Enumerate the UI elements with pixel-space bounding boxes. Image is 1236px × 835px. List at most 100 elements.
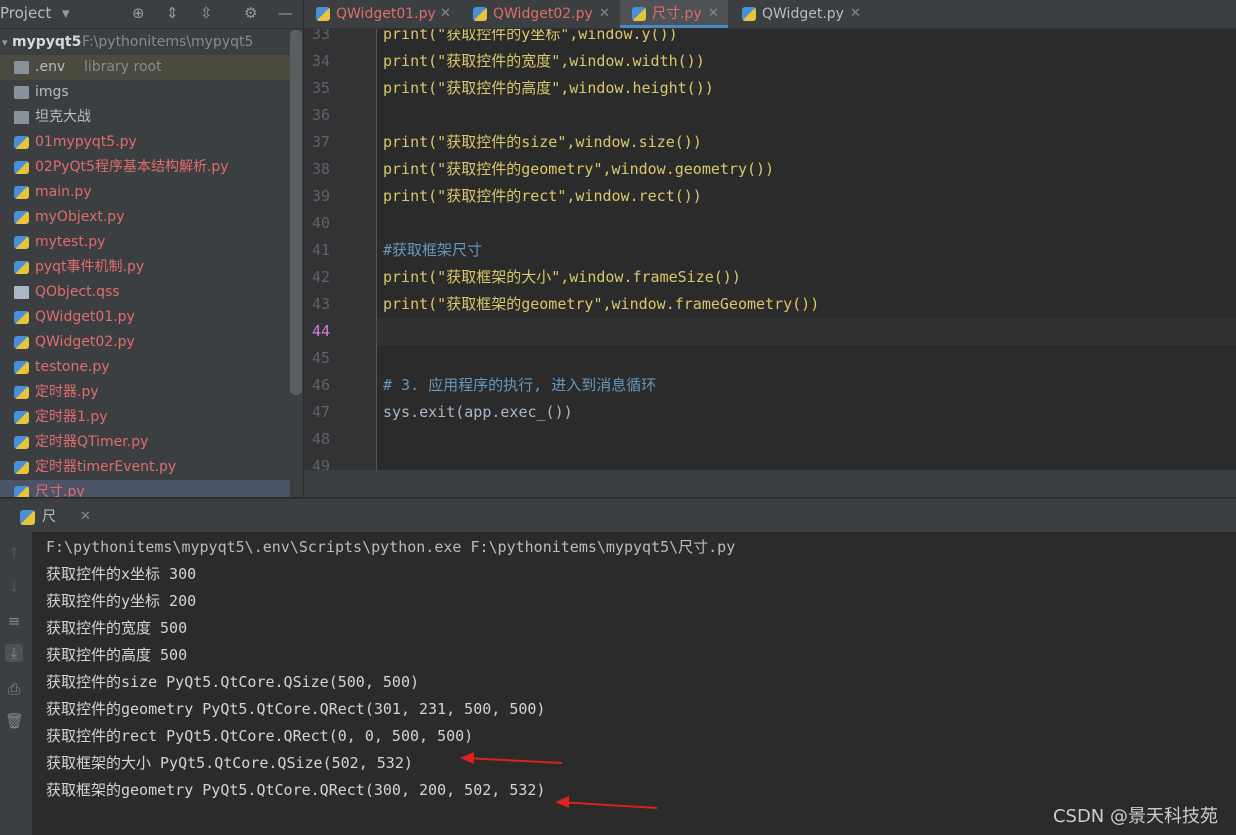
collapse-all-icon[interactable]: ⇳ (200, 4, 213, 22)
line-number-gutter: 33 34 35 36 37 38 39 40 41 42 43 44 45 46 47 48 49 (304, 29, 377, 470)
close-icon[interactable]: ✕ (599, 0, 610, 28)
tab-qwidget01[interactable]: QWidget01.py ✕ (304, 0, 458, 28)
tree-item[interactable]: testone.py (0, 355, 290, 380)
console-output[interactable]: F:\pythonitems\mypyqt5\.env\Scripts\pyth… (32, 532, 1236, 835)
tree-item-label: 定时器QTimer.py (35, 434, 149, 450)
library-root-hint: library root (84, 59, 162, 75)
folder-icon (14, 111, 29, 124)
code-editor[interactable]: 33 34 35 36 37 38 39 40 41 42 43 44 45 46 47 48 49 print… (304, 29, 1236, 470)
tab-label: QWidget.py (762, 6, 844, 22)
python-file-icon (14, 336, 29, 349)
soft-wrap-icon[interactable]: ≡ (5, 612, 23, 630)
arrow-down-icon[interactable]: ↓ (5, 578, 23, 596)
tree-item-label: mytest.py (35, 234, 106, 250)
tree-item[interactable]: imgs (0, 80, 290, 105)
tree-item[interactable]: 坦克大战 (0, 105, 290, 130)
python-file-icon (14, 186, 29, 199)
tree-item[interactable]: .env library root (0, 55, 290, 80)
tree-item-label: 定时器.py (35, 384, 99, 400)
tree-item[interactable]: myObjext.py (0, 205, 290, 230)
line-number: 33 (311, 29, 330, 43)
annotation-arrows (460, 752, 658, 809)
tree-item-label: myObjext.py (35, 209, 125, 225)
line-number: 46 (311, 376, 330, 394)
tree-item[interactable]: 01mypyqt5.py (0, 130, 290, 155)
close-icon[interactable]: ✕ (440, 0, 451, 28)
project-panel: Project ▾ ⊕ ⇕ ⇳ ⚙ — ▾ mypyqt5 F:\pythoni… (0, 0, 303, 497)
close-icon[interactable]: ✕ (80, 503, 91, 531)
root-name: mypyqt5 (12, 34, 82, 50)
chevron-down-icon[interactable]: ▾ (62, 4, 70, 22)
tree-item[interactable]: pyqt事件机制.py (0, 255, 290, 280)
chevron-down-icon[interactable]: ▾ (2, 30, 8, 55)
line-number: 43 (311, 295, 330, 313)
line-number: 47 (311, 403, 330, 421)
tree-item[interactable]: mytest.py (0, 230, 290, 255)
python-file-icon (742, 7, 756, 21)
red-arrow-1 (463, 757, 563, 764)
current-line-highlight (377, 318, 1236, 345)
project-title[interactable]: Project (0, 4, 51, 22)
locate-icon[interactable]: ⊕ (132, 4, 145, 22)
line-number: 45 (311, 349, 330, 367)
python-file-icon (316, 7, 330, 21)
project-root[interactable]: ▾ mypyqt5 F:\pythonitems\mypyqt5 (0, 30, 290, 55)
python-file-icon (473, 7, 487, 21)
trash-icon[interactable]: 🗑 (5, 712, 24, 730)
line-number: 39 (311, 187, 330, 205)
project-scrollbar[interactable] (290, 30, 302, 395)
hide-icon[interactable]: — (278, 4, 293, 22)
tree-item[interactable]: 02PyQt5程序基本结构解析.py (0, 155, 290, 180)
tree-item[interactable]: QWidget02.py (0, 330, 290, 355)
close-icon[interactable]: ✕ (850, 0, 861, 28)
gear-icon[interactable]: ⚙ (244, 4, 257, 22)
tree-item[interactable]: 尺寸.py (0, 480, 290, 497)
code-line: #获取框架尺寸 (383, 241, 483, 259)
python-file-icon (14, 261, 29, 274)
python-file-icon (14, 161, 29, 174)
line-number: 36 (311, 106, 330, 124)
tab-label: 尺寸.py (652, 6, 702, 22)
python-file-icon (14, 236, 29, 249)
tree-item-label: 定时器timerEvent.py (35, 459, 177, 475)
watermark: CSDN @景天科技苑 (1052, 806, 1218, 827)
print-icon[interactable]: ⎙ (5, 680, 23, 698)
expand-all-icon[interactable]: ⇕ (166, 4, 179, 22)
scroll-to-end-icon[interactable]: ⤓ (5, 644, 23, 662)
python-file-icon (14, 461, 29, 474)
tab-label: QWidget02.py (493, 6, 593, 22)
project-toolbar: Project ▾ ⊕ ⇕ ⇳ ⚙ — (0, 0, 303, 29)
tree-item-label: 01mypyqt5.py (35, 134, 137, 150)
close-icon[interactable]: ✕ (708, 0, 719, 28)
python-file-icon (14, 136, 29, 149)
python-file-icon (14, 386, 29, 399)
arrow-up-icon[interactable]: ↑ (5, 544, 23, 562)
line-number: 49 (311, 457, 330, 470)
code-line: sys.exit(app.exec_()) (383, 403, 573, 421)
editor-tab-bar: QWidget01.py ✕ QWidget02.py ✕ 尺寸.py ✕ QW… (304, 0, 1236, 29)
line-number: 37 (311, 133, 330, 151)
line-number: 48 (311, 430, 330, 448)
tree-item[interactable]: main.py (0, 180, 290, 205)
code-line: print("获取控件的size",window.size()) (383, 133, 702, 151)
tab-chicun[interactable]: 尺寸.py ✕ (620, 0, 728, 28)
folder-icon (14, 61, 29, 74)
tree-item[interactable]: 定时器QTimer.py (0, 430, 290, 455)
root-path: F:\pythonitems\mypyqt5 (82, 34, 254, 50)
code-line: print("获取控件的y坐标",window.y()) (383, 29, 678, 43)
python-file-icon (14, 486, 29, 497)
tree-item-label: QWidget02.py (35, 334, 135, 350)
tree-item[interactable]: 定时器1.py (0, 405, 290, 430)
python-file-icon (14, 361, 29, 374)
tree-item[interactable]: 定时器.py (0, 380, 290, 405)
tree-item[interactable]: 定时器timerEvent.py (0, 455, 290, 480)
tree-item-label: testone.py (35, 359, 110, 375)
run-side-toolbar: ↑ ↓ ≡ ⤓ ⎙ 🗑 (0, 532, 32, 835)
tree-item[interactable]: QWidget01.py (0, 305, 290, 330)
tab-qwidget[interactable]: QWidget.py ✕ (730, 0, 870, 28)
line-number: 34 (311, 52, 330, 70)
red-arrow-2-head (555, 796, 569, 808)
tree-item[interactable]: QObject.qss (0, 280, 290, 305)
python-file-icon (632, 7, 646, 21)
tab-qwidget02[interactable]: QWidget02.py ✕ (461, 0, 617, 28)
